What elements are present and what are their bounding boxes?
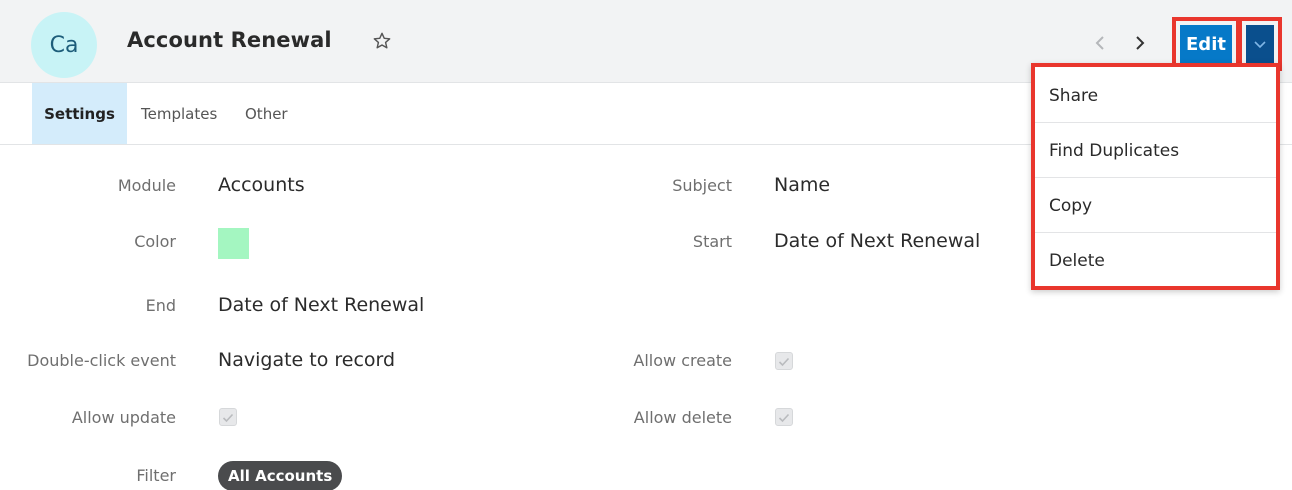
allow-delete-label: Allow delete (633, 408, 732, 427)
filter-label: Filter (136, 466, 176, 485)
double-click-event-label: Double-click event (27, 351, 176, 370)
start-label: Start (692, 232, 732, 251)
chevron-right-icon[interactable] (1130, 31, 1150, 55)
checkmark-icon (778, 352, 790, 371)
color-swatch (218, 228, 249, 259)
subject-value: Name (774, 174, 831, 196)
menu-item-copy[interactable]: Copy (1035, 179, 1276, 233)
tab-templates[interactable]: Templates (141, 83, 217, 144)
end-value: Date of Next Renewal (218, 294, 425, 316)
end-label: End (145, 296, 176, 315)
menu-item-find-duplicates[interactable]: Find Duplicates (1035, 124, 1276, 178)
menu-item-delete[interactable]: Delete (1035, 234, 1276, 288)
tab-settings[interactable]: Settings (32, 83, 127, 144)
tab-other[interactable]: Other (245, 83, 288, 144)
menu-item-share[interactable]: Share (1035, 69, 1276, 123)
edit-button[interactable]: Edit (1180, 25, 1232, 63)
color-label: Color (134, 232, 176, 251)
filter-pill[interactable]: All Accounts (218, 461, 343, 490)
subject-label: Subject (672, 176, 732, 195)
allow-update-label: Allow update (71, 408, 176, 427)
checkmark-icon (222, 408, 234, 427)
module-value: Accounts (218, 174, 305, 196)
start-value: Date of Next Renewal (774, 230, 981, 252)
allow-create-label: Allow create (633, 351, 732, 370)
double-click-event-value: Navigate to record (218, 349, 396, 371)
chevron-down-icon (1253, 35, 1267, 54)
actions-dropdown-button[interactable] (1246, 25, 1274, 63)
record-title: Account Renewal (127, 28, 332, 52)
record-avatar: Ca (31, 12, 97, 78)
actions-menu: Share Find Duplicates Copy Delete (1031, 63, 1280, 290)
star-outline-icon[interactable] (372, 31, 392, 51)
chevron-left-icon[interactable] (1090, 31, 1110, 55)
allow-create-checkbox (775, 352, 793, 370)
module-label: Module (117, 176, 176, 195)
allow-delete-checkbox (775, 408, 793, 426)
checkmark-icon (778, 408, 790, 427)
allow-update-checkbox (219, 408, 237, 426)
